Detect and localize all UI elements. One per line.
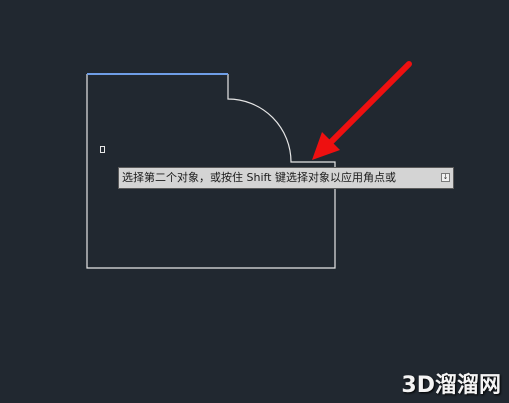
expand-arrow-icon[interactable]: ↓ [441,173,450,182]
drawing-canvas[interactable] [0,0,509,403]
command-prompt-tooltip: 选择第二个对象，或按住 Shift 键选择对象以应用角点或 ↓ [118,167,454,189]
pickbox-cursor-icon [100,146,105,153]
watermark-logo: 3D溜溜网 [401,373,501,398]
command-prompt-text: 选择第二个对象，或按住 Shift 键选择对象以应用角点或 [122,171,396,184]
red-arrow-icon [312,61,412,160]
